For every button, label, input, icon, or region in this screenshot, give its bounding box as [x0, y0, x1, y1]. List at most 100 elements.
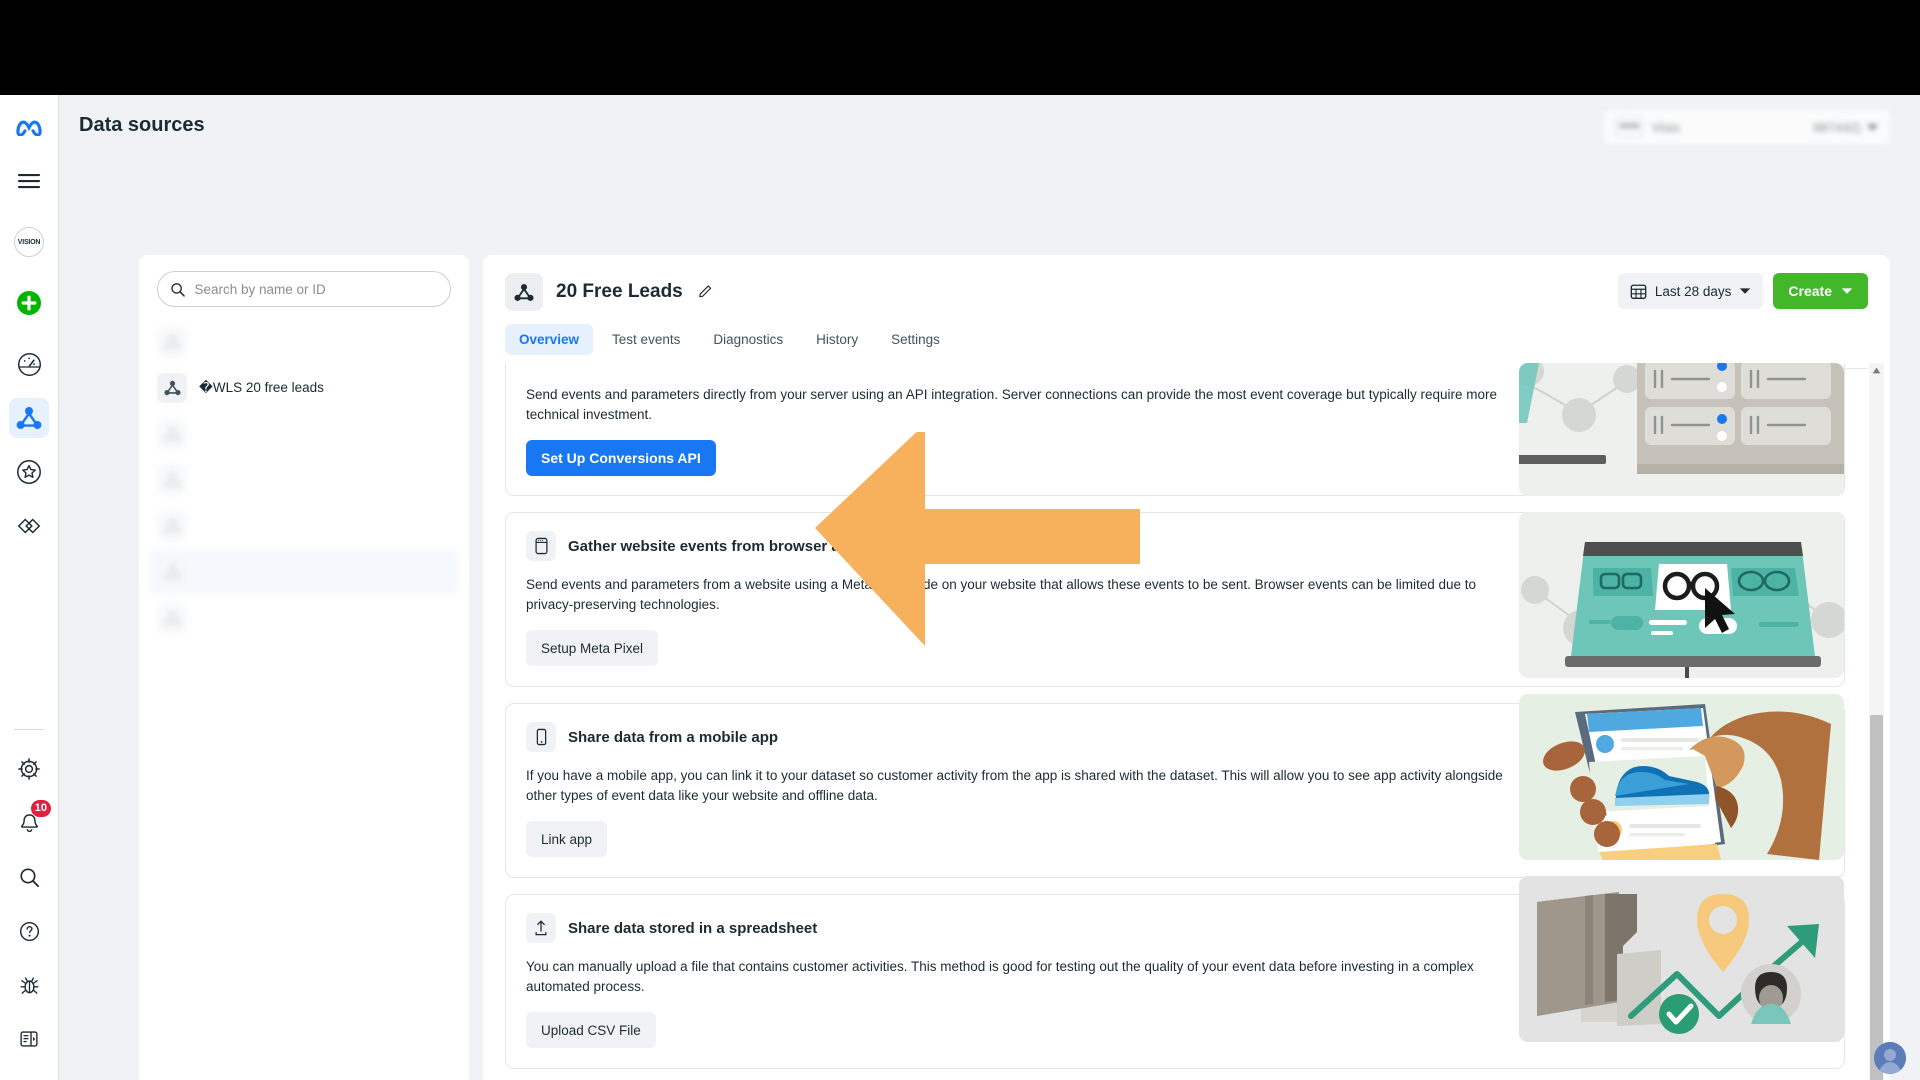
tab-settings[interactable]: Settings: [877, 324, 954, 355]
data-sources-icon: [16, 407, 42, 429]
dataset-icon: [157, 557, 187, 587]
tab-history[interactable]: History: [802, 324, 872, 355]
scrollbar-thumb[interactable]: [1870, 715, 1883, 1080]
dataset-list-panel: �WLS 20 free leads: [139, 255, 469, 1080]
account-id: 987442): [1813, 119, 1861, 135]
account-name: Visio: [1652, 119, 1680, 135]
rail-item-notifications[interactable]: 10: [9, 800, 51, 843]
dataset-icon: [157, 603, 187, 633]
mobile-phone-icon: [526, 722, 556, 753]
rail-divider: [14, 729, 44, 730]
list-item[interactable]: [149, 595, 459, 641]
dataset-detail-panel: 20 Free Leads Overview Test events Diagn…: [483, 255, 1890, 1080]
detail-tabs: Overview Test events Diagnostics History…: [505, 324, 1868, 355]
upload-icon: [526, 913, 556, 944]
page-title: Data sources: [79, 114, 205, 136]
date-range-picker[interactable]: Last 28 days: [1617, 273, 1764, 309]
rail-item-create[interactable]: [9, 283, 49, 323]
vertical-scrollbar[interactable]: [1869, 363, 1884, 1080]
rail-item-data-sources[interactable]: [9, 398, 49, 438]
vision-avatar-icon: VISION: [14, 227, 44, 257]
browser-window-icon: [526, 531, 556, 561]
rail-item-search[interactable]: [9, 857, 49, 897]
screen-root: VISION 10 Data sources VISION Visio 9874…: [0, 0, 1920, 1080]
gear-icon: [18, 758, 40, 780]
button-label: Upload CSV File: [541, 1022, 641, 1038]
assistant-avatar-icon[interactable]: [1874, 1042, 1906, 1074]
chevron-down-icon: [1867, 124, 1878, 130]
dataset-icon: [157, 327, 187, 357]
gauge-icon: [17, 352, 41, 376]
plus-circle-icon: [17, 291, 41, 315]
button-label: Setup Meta Pixel: [541, 640, 644, 656]
date-range-label: Last 28 days: [1654, 283, 1732, 299]
set-up-conversions-api-button[interactable]: Set Up Conversions API: [526, 440, 716, 477]
card-title: Share data stored in a spreadsheet: [568, 919, 818, 937]
server-network-illustration: [1519, 363, 1844, 496]
dataset-list: �WLS 20 free leads: [139, 307, 469, 641]
scroll-up-arrow[interactable]: [1869, 363, 1884, 378]
rail-item-menu[interactable]: [9, 161, 49, 201]
card-description: Send events and parameters from a websit…: [526, 577, 1477, 612]
link-app-button[interactable]: Link app: [526, 821, 608, 858]
rail-top-group: VISION: [0, 95, 58, 553]
list-item[interactable]: [149, 549, 459, 595]
setup-meta-pixel-button[interactable]: Setup Meta Pixel: [526, 630, 659, 667]
rail-item-performance[interactable]: [9, 344, 49, 384]
page-title-dataset-name: 20 Free Leads: [556, 281, 683, 302]
search-input[interactable]: [194, 281, 438, 297]
pencil-icon[interactable]: [698, 284, 714, 300]
detail-scroll-body: Send events and parameters directly from…: [483, 363, 1890, 1080]
list-item[interactable]: [149, 411, 459, 457]
ledger-chart-illustration: [1519, 876, 1844, 1042]
left-nav-rail: VISION 10: [0, 95, 59, 1080]
bug-icon: [20, 976, 38, 994]
account-badge: VISION: [1615, 117, 1643, 137]
button-label: Link app: [541, 831, 593, 847]
card-title: Gather website events from browser activ…: [568, 537, 884, 555]
caret-up-icon: [1872, 367, 1881, 374]
list-item[interactable]: [149, 457, 459, 503]
rail-item-favorites[interactable]: [9, 452, 49, 492]
rail-item-report-bug[interactable]: [9, 965, 49, 1005]
meta-infinity-icon: [16, 120, 42, 136]
search-icon: [171, 282, 185, 297]
tab-diagnostics[interactable]: Diagnostics: [699, 324, 797, 355]
vision-avatar-label: VISION: [17, 238, 41, 246]
rail-item-help[interactable]: [9, 911, 49, 951]
layers-icon: [17, 518, 41, 534]
card-description: You can manually upload a file that cont…: [526, 959, 1474, 994]
dataset-icon: [157, 373, 187, 403]
panel-toggle-icon: [20, 1031, 38, 1047]
header-actions: Last 28 days Create: [1617, 273, 1868, 309]
tab-overview[interactable]: Overview: [505, 324, 594, 355]
browser-chrome-black-bar: [0, 0, 1920, 95]
list-item[interactable]: �WLS 20 free leads: [149, 365, 459, 411]
search-icon: [19, 867, 39, 887]
hand-phone-shoe-illustration: [1519, 694, 1844, 860]
card-description: Send events and parameters directly from…: [526, 387, 1497, 422]
create-button[interactable]: Create: [1773, 273, 1868, 309]
question-circle-icon: [19, 921, 39, 941]
laptop-glasses-illustration: [1519, 512, 1844, 678]
rail-item-shapes[interactable]: [9, 506, 49, 546]
upload-csv-file-button[interactable]: Upload CSV File: [526, 1012, 656, 1049]
dataset-icon: [157, 419, 187, 449]
rail-item-business-account[interactable]: VISION: [9, 222, 49, 262]
rail-item-toggle-panel[interactable]: [9, 1019, 49, 1059]
card-description: If you have a mobile app, you can link i…: [526, 768, 1503, 803]
create-button-label: Create: [1788, 283, 1832, 299]
tab-test-events[interactable]: Test events: [598, 324, 694, 355]
account-selector[interactable]: VISION Visio 987442): [1602, 108, 1892, 146]
page-container: Data sources VISION Visio 987442) Search…: [59, 95, 1920, 1080]
rail-item-settings[interactable]: [9, 749, 49, 789]
illustration-column: [1519, 363, 1844, 1058]
search-box[interactable]: [157, 271, 451, 307]
rail-item-meta-logo[interactable]: [9, 107, 49, 147]
list-item-label: �WLS 20 free leads: [199, 380, 324, 395]
list-item[interactable]: [149, 503, 459, 549]
rail-bottom-group: 10: [0, 721, 58, 1080]
list-item[interactable]: [149, 319, 459, 365]
notification-badge: 10: [30, 800, 51, 817]
dataset-icon: [157, 511, 187, 541]
